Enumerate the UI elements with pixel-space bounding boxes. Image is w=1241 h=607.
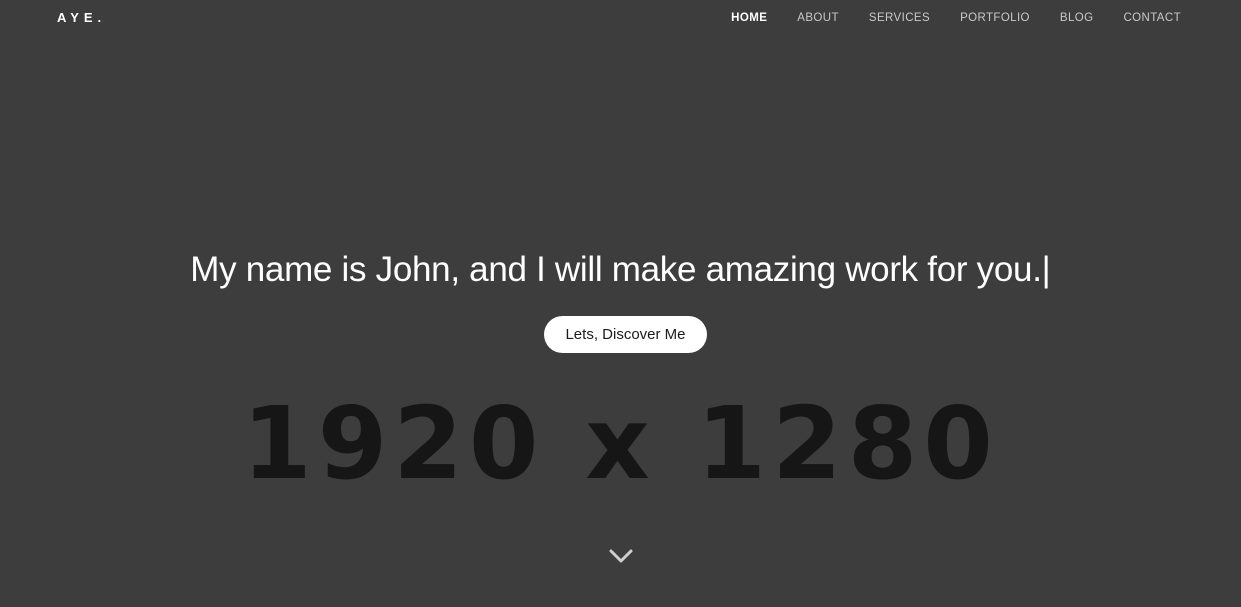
chevron-down-icon[interactable]	[607, 545, 635, 567]
nav-item-services[interactable]: SERVICES	[869, 10, 930, 26]
site-logo[interactable]: AYE.	[57, 10, 106, 26]
nav-item-about[interactable]: ABOUT	[797, 10, 839, 26]
hero-headline: My name is John, and I will make amazing…	[190, 250, 1042, 289]
nav-item-portfolio[interactable]: PORTFOLIO	[960, 10, 1030, 26]
nav-item-home[interactable]: HOME	[731, 10, 767, 26]
nav-item-contact[interactable]: CONTACT	[1123, 10, 1181, 26]
hero-headline-wrap: My name is John, and I will make amazing…	[0, 250, 1241, 290]
main-nav: HOME ABOUT SERVICES PORTFOLIO BLOG CONTA…	[701, 10, 1181, 26]
nav-item-blog[interactable]: BLOG	[1060, 10, 1094, 26]
discover-me-button[interactable]: Lets, Discover Me	[544, 316, 707, 353]
typing-cursor: |	[1041, 250, 1051, 289]
image-dimensions-placeholder: 1920 x 1280	[242, 385, 999, 502]
